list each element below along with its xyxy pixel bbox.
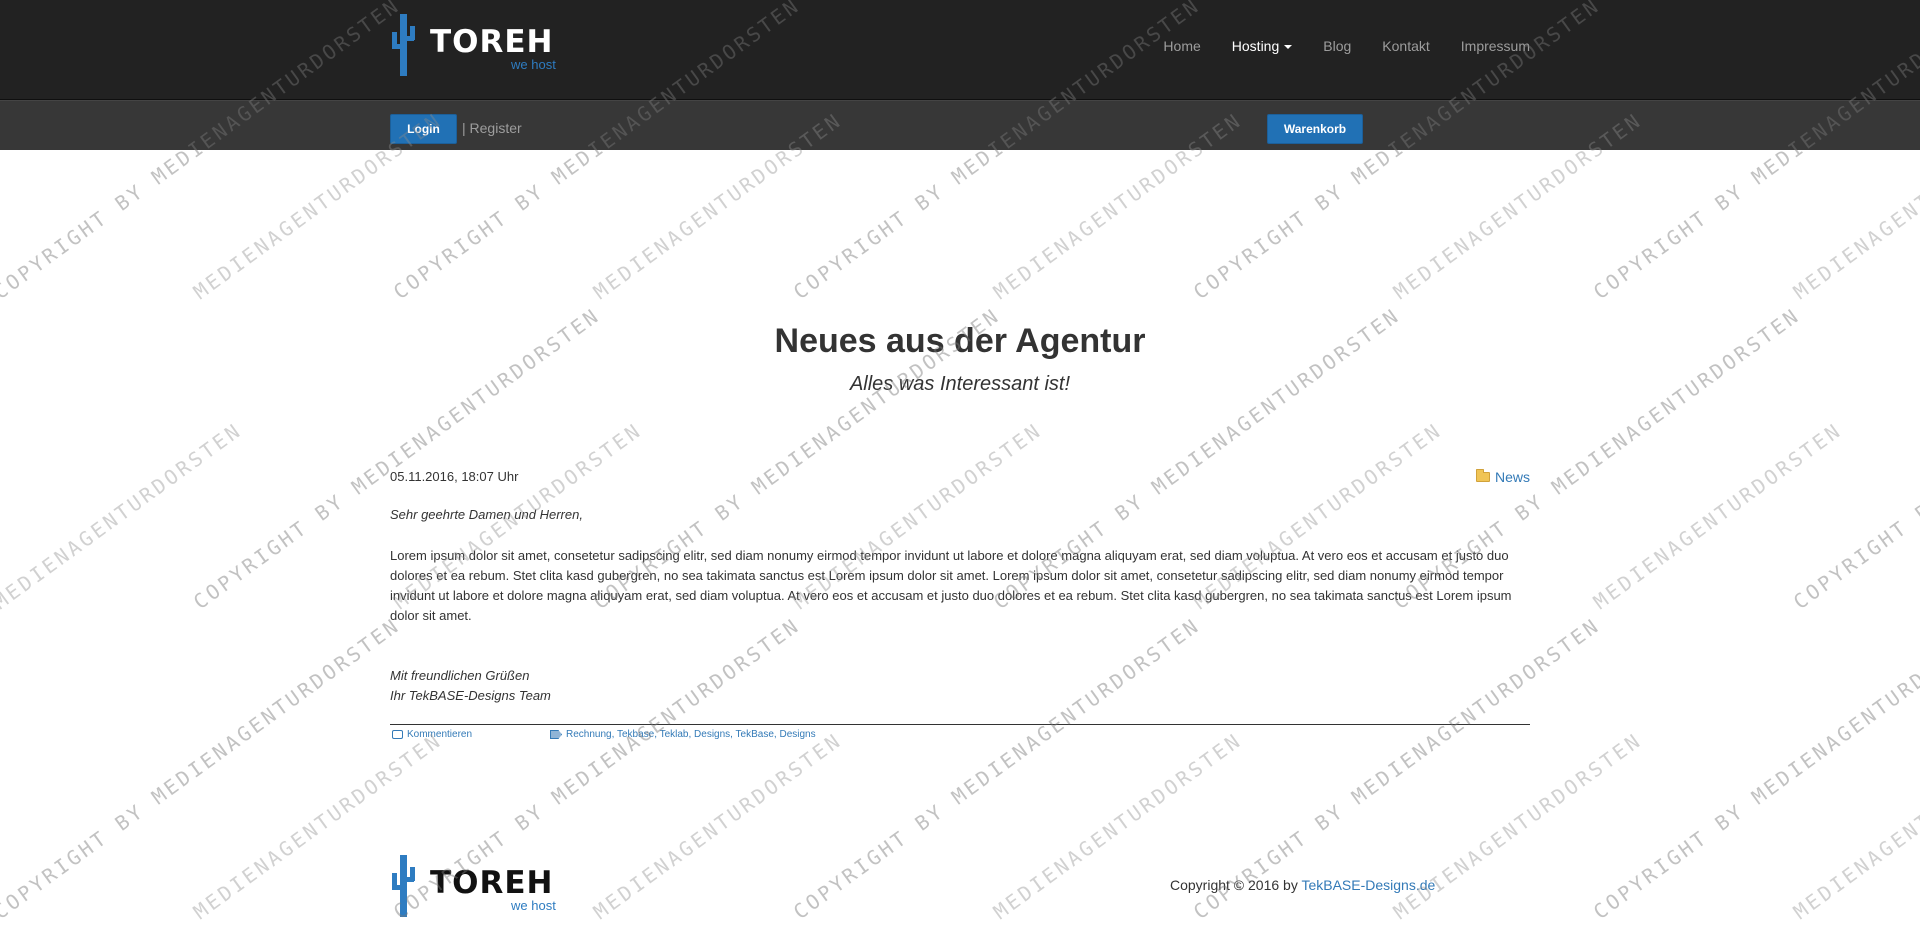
watermark-text: MEDIENAGENTURDORSTEN [0, 418, 246, 614]
watermark-text: COPYRIGHT BY MEDIENAGENTURDORSTEN [1789, 303, 1920, 614]
closing-line-1: Mit freundlichen Grüßen [390, 668, 530, 683]
footer-logo-wordmark: TOREH [430, 865, 554, 901]
main-content: Neues aus der Agentur Alles was Interess… [390, 0, 1530, 941]
post-salutation: Sehr geehrte Damen und Herren, [390, 507, 583, 522]
copyright-site-link[interactable]: TekBASE-Designs.de [1301, 877, 1435, 893]
post-body: Lorem ipsum dolor sit amet, consetetur s… [390, 548, 1512, 623]
post-category-label: News [1494, 469, 1530, 485]
footer-logo-tagline: we host [511, 898, 556, 913]
page-title: Neues aus der Agentur [774, 322, 1146, 360]
tag-icon [550, 730, 562, 739]
comment-icon [392, 730, 403, 739]
footer-logo[interactable]: TOREH we host [390, 855, 560, 917]
folder-icon [1475, 469, 1490, 482]
closing-line-2: Ihr TekBASE-Designs Team [390, 688, 551, 703]
watermark-text: MEDIENAGENTURDORSTEN [1589, 418, 1846, 614]
comments-link[interactable]: Kommentieren [392, 729, 472, 740]
post-closing: Mit freundlichen Grüßen Ihr TekBASE-Desi… [390, 666, 551, 706]
post-category-link[interactable]: News [1475, 469, 1530, 485]
post-divider [390, 724, 1530, 725]
watermark-text: MEDIENAGENTURDORSTEN [1789, 728, 1920, 924]
cactus-logo-icon [392, 855, 415, 917]
comments-link-label: Kommentieren [407, 729, 473, 740]
footer-copyright: Copyright © 2016 by TekBASE-Designs.de [1170, 877, 1435, 893]
post-tags[interactable]: Rechnung, Tekbase, Teklab, Designs, TekB… [550, 729, 816, 740]
post-date: 05.11.2016, 18:07 Uhr [390, 469, 519, 484]
copyright-text: Copyright © 2016 by [1170, 877, 1302, 893]
watermark-text: COPYRIGHT BY MEDIENAGENTURDORSTEN [0, 613, 405, 924]
page-subtitle: Alles was Interessant ist! [849, 373, 1071, 395]
post-tags-label: Rechnung, Tekbase, Teklab, Designs, TekB… [566, 729, 816, 740]
watermark-text: COPYRIGHT BY MEDIENAGENTURDORSTEN [1589, 613, 1920, 924]
